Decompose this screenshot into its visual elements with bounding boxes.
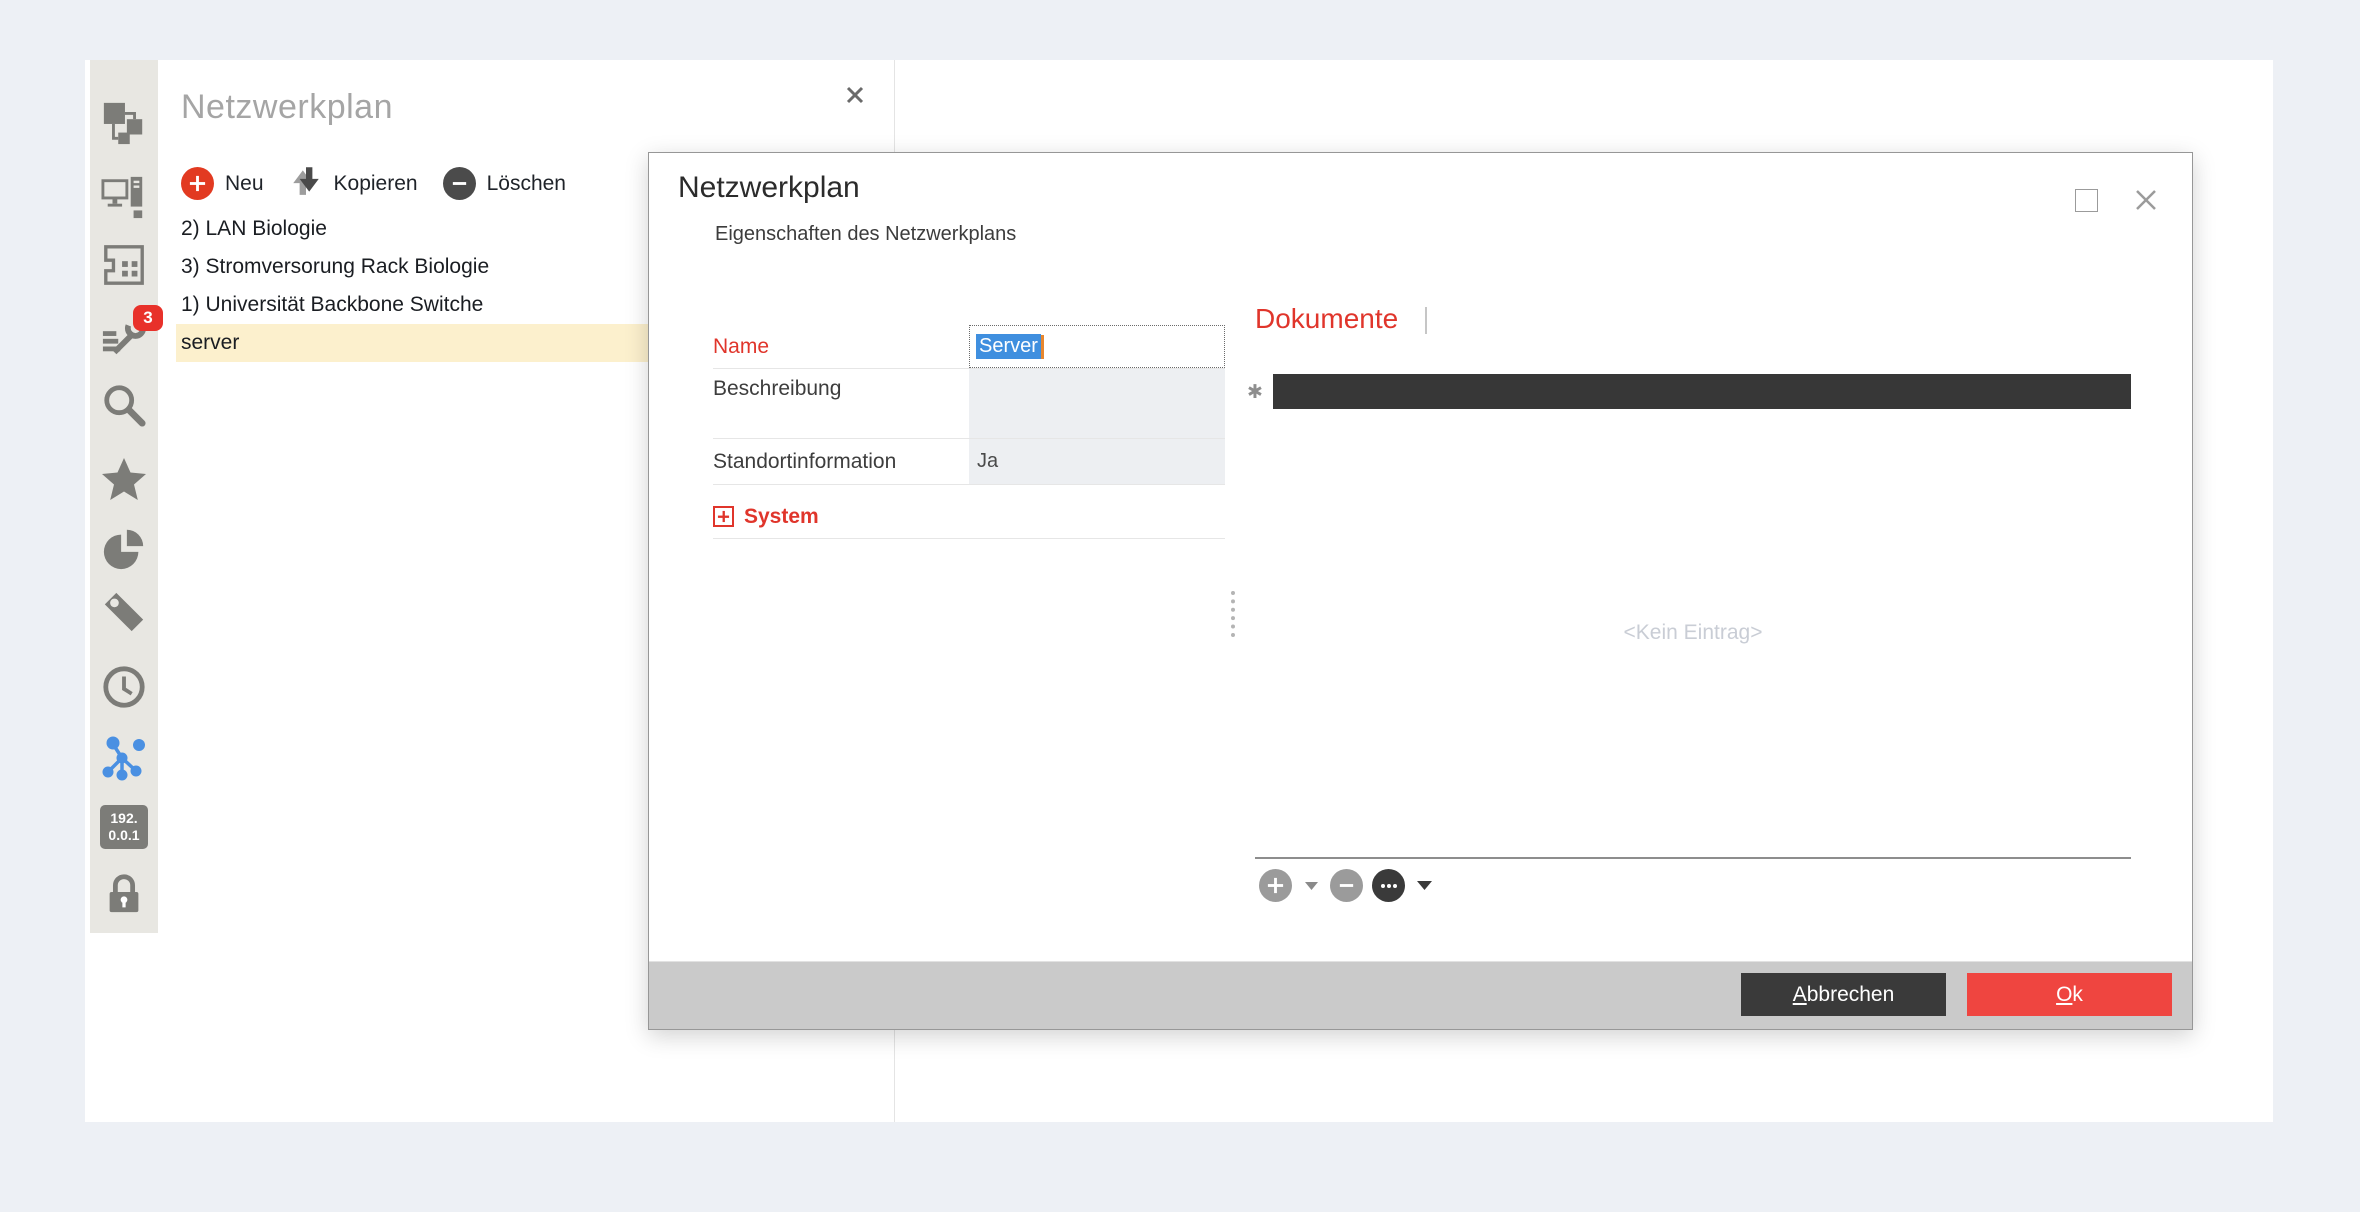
search-icon[interactable] (100, 381, 148, 429)
dialog-subtitle: Eigenschaften des Netzwerkplans (715, 223, 1016, 246)
expand-plus-icon[interactable] (713, 506, 734, 527)
list-item[interactable]: 3) Stromversorung Rack Biologie (176, 248, 662, 286)
favorites-star-icon[interactable] (100, 456, 148, 504)
topology-icon-active[interactable] (100, 733, 148, 781)
property-row-description: Beschreibung (713, 369, 1225, 439)
ip-line-1: 192. (100, 810, 148, 828)
documents-toolbar (1259, 869, 1434, 902)
add-document-dropdown-icon[interactable] (1301, 869, 1321, 902)
documents-separator (1255, 857, 2131, 859)
screen: 192. 0.0.1 3 Netzwerkplan (0, 0, 2360, 1212)
text-caret (1041, 335, 1044, 359)
dialog-title: Netzwerkplan (678, 171, 860, 205)
copy-button[interactable]: Kopieren (334, 172, 418, 196)
documents-tab[interactable]: Dokumente (1255, 303, 1398, 335)
document-item-redacted[interactable] (1273, 374, 2131, 409)
remove-document-icon[interactable] (1330, 869, 1363, 902)
workstation-icon[interactable] (100, 173, 148, 221)
name-label: Name (713, 325, 969, 368)
list-item[interactable]: 1) Universität Backbone Switche (176, 286, 662, 324)
system-group-label: System (744, 505, 819, 529)
add-document-icon[interactable] (1259, 869, 1292, 902)
copy-icon[interactable] (289, 164, 323, 203)
system-group-expander[interactable]: System (713, 495, 1225, 539)
property-grid: Name Server Beschreibung Standortinforma… (713, 325, 1225, 485)
history-clock-icon[interactable] (100, 663, 148, 711)
description-input[interactable] (969, 369, 1225, 438)
network-plan-list: 2) LAN Biologie 3) Stromversorung Rack B… (176, 210, 662, 362)
location-label: Standortinformation (713, 439, 969, 484)
list-item[interactable]: 2) LAN Biologie (176, 210, 662, 248)
property-row-location: Standortinformation Ja (713, 439, 1225, 485)
dialog-footer: Abbrechen Ok (649, 961, 2192, 1029)
new-icon[interactable] (181, 167, 214, 200)
network-plan-icon[interactable] (100, 99, 148, 147)
more-actions-dropdown-icon[interactable] (1414, 869, 1434, 902)
maximize-icon[interactable] (2075, 189, 2098, 212)
property-row-name: Name Server (713, 325, 1225, 369)
name-input[interactable]: Server (969, 325, 1225, 368)
list-item-selected[interactable]: server (176, 324, 662, 362)
delete-button[interactable]: Löschen (487, 172, 566, 196)
lock-icon[interactable] (100, 869, 148, 917)
pie-chart-icon[interactable] (100, 524, 148, 572)
ip-line-2: 0.0.1 (100, 827, 148, 845)
cancel-button[interactable]: Abbrechen (1741, 973, 1946, 1016)
floorplan-icon[interactable] (100, 241, 148, 289)
ip-address-icon[interactable]: 192. 0.0.1 (100, 803, 148, 851)
sidebar: 192. 0.0.1 3 (90, 60, 158, 933)
new-button[interactable]: Neu (225, 172, 264, 196)
ok-button[interactable]: Ok (1967, 973, 2172, 1016)
app-window: 192. 0.0.1 3 Netzwerkplan (85, 60, 2273, 1122)
tools-badge: 3 (133, 305, 163, 331)
panel-close-icon[interactable] (840, 80, 870, 110)
delete-icon[interactable] (443, 167, 476, 200)
tag-icon[interactable] (100, 588, 148, 636)
description-label: Beschreibung (713, 369, 969, 438)
documents-empty-text: <Kein Eintrag> (1255, 621, 2131, 645)
required-asterisk-icon: ✱ (1247, 381, 1263, 404)
splitter-handle[interactable] (1231, 591, 1235, 637)
name-value-selected: Server (976, 334, 1041, 359)
properties-dialog: Netzwerkplan Eigenschaften des Netzwerkp… (648, 152, 2193, 1030)
documents-tab-divider (1425, 307, 1427, 334)
location-value[interactable]: Ja (969, 439, 1225, 484)
panel-title: Netzwerkplan (181, 88, 393, 127)
more-actions-icon[interactable] (1372, 869, 1405, 902)
panel-toolbar: Neu Kopieren Löschen (181, 164, 580, 203)
dialog-close-icon[interactable] (2129, 183, 2163, 217)
